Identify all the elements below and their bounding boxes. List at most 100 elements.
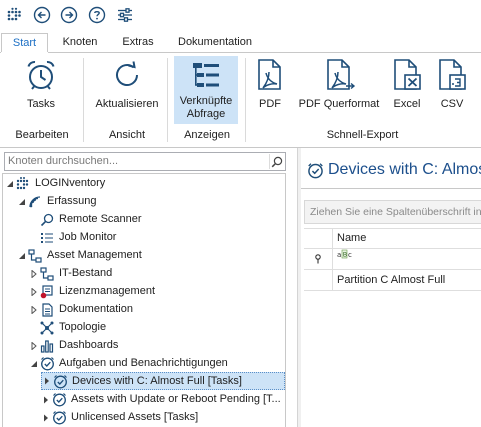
- content-header: Devices with C: Almos: [307, 161, 481, 179]
- page-title: Devices with C: Almos: [328, 161, 481, 178]
- table-row[interactable]: Partition C Almost Full: [304, 270, 481, 291]
- group-label-schnell-export: Schnell-Export: [326, 129, 399, 141]
- forward-icon[interactable]: [59, 5, 79, 25]
- tree-node-label: Job Monitor: [59, 231, 117, 243]
- group-by-hint: Ziehen Sie eine Spaltenüberschrift in: [310, 206, 481, 218]
- tree-node-devices-c-almost-full[interactable]: Devices with C: Almost Full [Tasks]: [41, 372, 285, 390]
- expand-icon[interactable]: [41, 409, 51, 426]
- excel-icon: [391, 57, 423, 93]
- collapse-icon[interactable]: [5, 175, 15, 192]
- tab-extras[interactable]: Extras: [113, 33, 163, 53]
- linked-query-label-line2: Abfrage: [186, 108, 226, 120]
- ribbon-separator: [167, 58, 168, 142]
- tree-node-erfassung[interactable]: Erfassung: [17, 193, 97, 210]
- collapse-icon[interactable]: [29, 355, 39, 372]
- tab-dokumentation[interactable]: Dokumentation: [170, 33, 260, 53]
- task-check-icon: [307, 162, 324, 179]
- tree-node-label: Dashboards: [59, 339, 119, 351]
- topology-icon: [39, 320, 55, 336]
- task-check-icon: [51, 392, 67, 408]
- tree-node-loginventory[interactable]: LOGINventory: [5, 175, 105, 192]
- tree-node-lizenzmanagement[interactable]: Lizenzmanagement: [29, 283, 155, 300]
- linked-query-button[interactable]: Verknüpfte Abfrage: [174, 56, 238, 124]
- tree-node-label: IT-Bestand: [59, 267, 113, 279]
- ribbon-separator: [83, 58, 84, 142]
- refresh-label: Aktualisieren: [95, 98, 159, 110]
- group-label-ansicht: Ansicht: [108, 129, 146, 141]
- pdf-landscape-export-button[interactable]: PDF Querformat: [297, 57, 381, 111]
- tree-node-remote-scanner[interactable]: Remote Scanner: [29, 211, 142, 228]
- tree-node-aufgaben[interactable]: Aufgaben und Benachrichtigungen: [29, 355, 228, 372]
- app-menu-icon[interactable]: [4, 5, 24, 25]
- column-header-name[interactable]: Name: [337, 228, 366, 248]
- search-icon[interactable]: [269, 154, 284, 169]
- license-icon: [39, 284, 55, 300]
- tree-node-label: Devices with C: Almost Full [Tasks]: [72, 374, 242, 387]
- expand-icon[interactable]: [42, 373, 52, 390]
- tasks-label: Tasks: [26, 98, 56, 110]
- csv-export-button[interactable]: CSV: [434, 57, 470, 111]
- navigation-tree-panel: Knoten durchsuchen... LOGINventory Erfas…: [0, 148, 297, 427]
- wifi-scan-icon: [27, 194, 43, 210]
- group-by-panel[interactable]: Ziehen Sie eine Spaltenüberschrift in: [304, 200, 481, 224]
- tree-search-placeholder: Knoten durchsuchen...: [8, 155, 119, 167]
- pdf-export-button[interactable]: PDF: [252, 57, 288, 111]
- content-panel: Devices with C: Almos Ziehen Sie eine Sp…: [301, 148, 481, 427]
- expand-icon[interactable]: [29, 301, 39, 318]
- tree-node-topologie[interactable]: Topologie: [29, 319, 106, 336]
- excel-export-button[interactable]: Excel: [389, 57, 425, 111]
- alarm-clock-icon: [24, 57, 58, 93]
- settings-sliders-icon[interactable]: [115, 5, 135, 25]
- refresh-icon: [111, 57, 143, 93]
- tree-node-dokumentation[interactable]: Dokumentation: [29, 301, 133, 318]
- tab-knoten[interactable]: Knoten: [54, 33, 106, 53]
- tree-node-label: Erfassung: [47, 195, 97, 207]
- tab-start[interactable]: Start: [1, 33, 48, 53]
- svg-text:c: c: [348, 251, 352, 259]
- refresh-button[interactable]: Aktualisieren: [92, 57, 162, 111]
- hierarchy-icon: [39, 266, 55, 282]
- pdf-landscape-label: PDF Querformat: [298, 98, 380, 110]
- tree-node-label: Assets with Update or Reboot Pending [T.…: [71, 393, 281, 405]
- tree-node-it-bestand[interactable]: IT-Bestand: [29, 265, 112, 282]
- expand-icon[interactable]: [29, 265, 39, 282]
- csv-icon: [436, 57, 468, 93]
- tree-node-label: Asset Management: [47, 249, 142, 261]
- tasks-button[interactable]: Tasks: [10, 57, 72, 111]
- csv-label: CSV: [440, 98, 464, 110]
- grid-header-row: Name: [304, 228, 481, 249]
- help-icon[interactable]: [87, 5, 107, 25]
- pdf-landscape-icon: [322, 57, 356, 93]
- linked-query-icon: [191, 59, 221, 93]
- group-label-anzeigen: Anzeigen: [184, 129, 230, 141]
- task-check-icon: [52, 373, 68, 389]
- logo-icon: [15, 176, 31, 192]
- ribbon-separator: [245, 58, 246, 142]
- task-check-icon: [51, 410, 67, 426]
- filter-operator-icon[interactable]: aBc: [337, 249, 353, 259]
- header-divider: [301, 188, 481, 189]
- collapse-icon[interactable]: [17, 193, 27, 210]
- expand-icon[interactable]: [29, 337, 39, 354]
- tree-node-label: Aufgaben und Benachrichtigungen: [59, 357, 228, 369]
- pdf-label: PDF: [259, 98, 281, 110]
- task-check-icon: [39, 356, 55, 372]
- tree-node-label: Lizenzmanagement: [59, 285, 156, 297]
- document-icon: [39, 302, 55, 318]
- tree-node-label: LOGINventory: [35, 177, 106, 189]
- tree-node-dashboards[interactable]: Dashboards: [29, 337, 118, 354]
- expand-icon[interactable]: [29, 283, 39, 300]
- pdf-icon: [255, 57, 285, 93]
- back-icon[interactable]: [32, 5, 52, 25]
- name-filter-cell[interactable]: aBc: [337, 249, 353, 259]
- filter-pin-icon[interactable]: [304, 249, 333, 269]
- collapse-icon[interactable]: [17, 247, 27, 264]
- expand-icon[interactable]: [41, 391, 51, 408]
- tree-node-job-monitor[interactable]: Job Monitor: [29, 229, 116, 246]
- list-icon: [39, 230, 55, 246]
- tree-search-box[interactable]: Knoten durchsuchen...: [4, 152, 286, 171]
- tree-node-unlicensed-assets[interactable]: Unlicensed Assets [Tasks]: [41, 409, 198, 426]
- magnifier-icon: [39, 212, 55, 228]
- tree-node-assets-update-reboot[interactable]: Assets with Update or Reboot Pending [T.…: [41, 391, 281, 408]
- tree-node-asset-management[interactable]: Asset Management: [17, 247, 142, 264]
